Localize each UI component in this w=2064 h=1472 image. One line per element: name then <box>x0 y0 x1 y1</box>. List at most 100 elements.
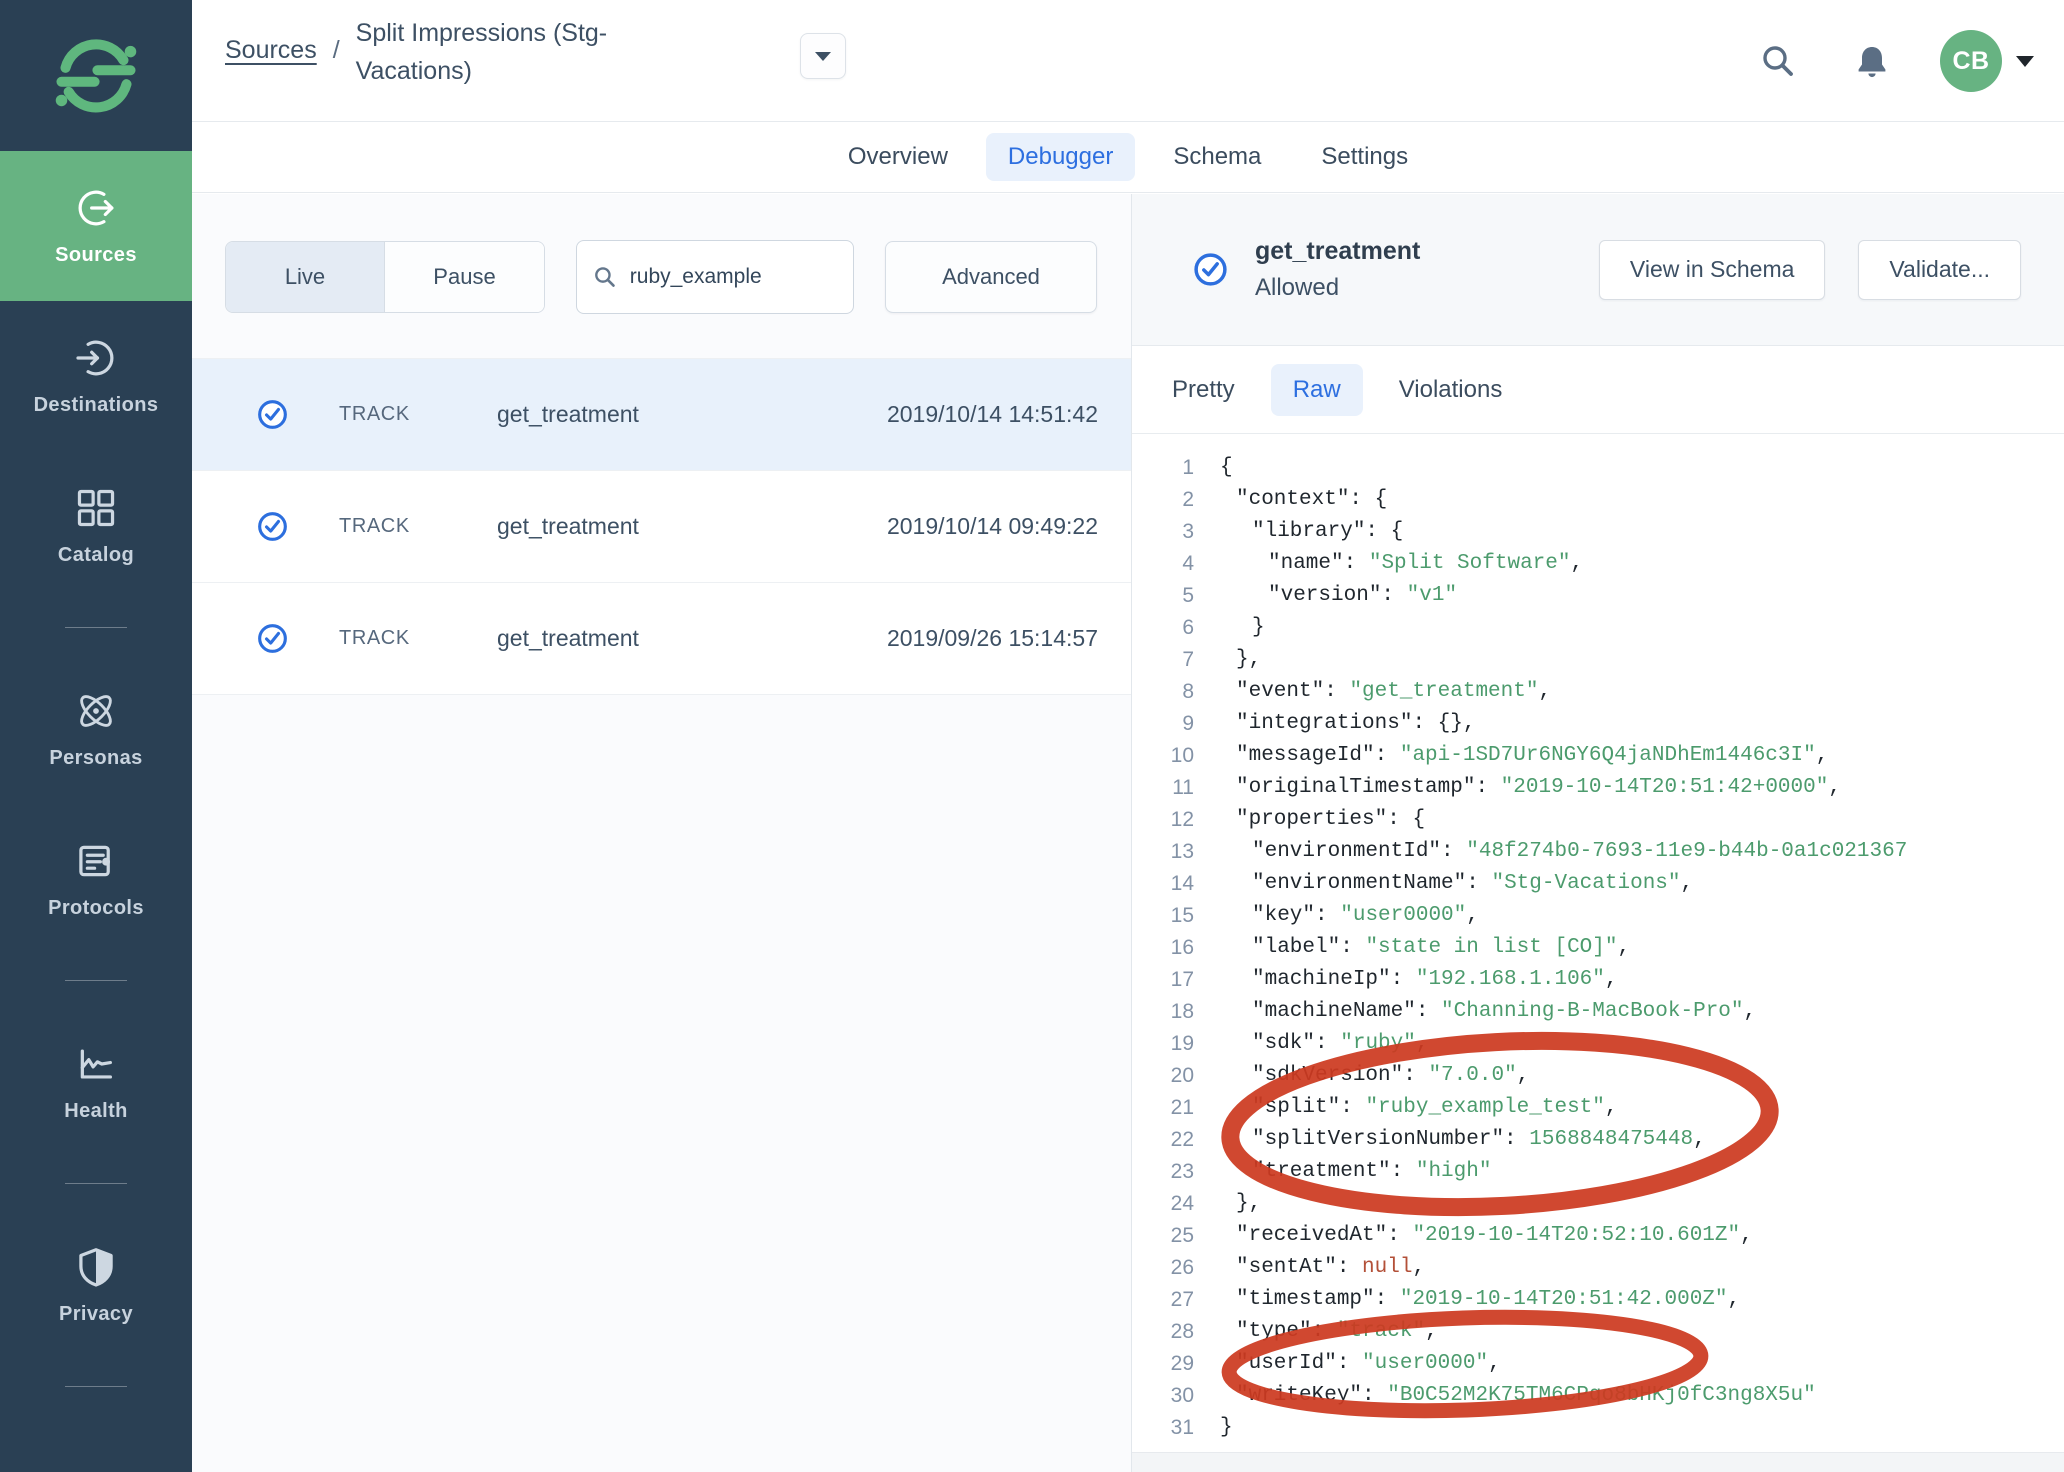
code-line: 11 "originalTimestamp": "2019-10-14T20:5… <box>1132 772 2064 804</box>
code-text: } <box>1220 1412 1233 1444</box>
code-text: "split": "ruby_example_test", <box>1220 1092 1618 1124</box>
code-line: 28 "type": "track", <box>1132 1316 2064 1348</box>
event-search-input[interactable] <box>630 265 837 289</box>
sidebar-item-label: Destinations <box>34 394 159 417</box>
code-area[interactable]: 1 { 2 "context": { 3 "library": { 4 "nam… <box>1132 434 2064 1452</box>
event-detail-header: get_treatment Allowed View in Schema Val… <box>1132 194 2064 346</box>
code-line: 13 "environmentId": "48f274b0-7693-11e9-… <box>1132 836 2064 868</box>
code-text: "version": "v1" <box>1220 580 1457 612</box>
line-number: 6 <box>1132 612 1194 644</box>
breadcrumb-sources-link[interactable]: Sources <box>225 36 317 90</box>
line-number: 5 <box>1132 580 1194 612</box>
view-in-schema-button[interactable]: View in Schema <box>1599 240 1826 300</box>
code-line: 8 "event": "get_treatment", <box>1132 676 2064 708</box>
code-line: 17 "machineIp": "192.168.1.106", <box>1132 964 2064 996</box>
sidebar: Sources Destinations Catalog <box>0 0 192 1472</box>
segment-logo[interactable] <box>0 0 192 151</box>
code-text: "splitVersionNumber": 1568848475448, <box>1220 1124 1706 1156</box>
payload-view-tabs: Pretty Raw Violations <box>1132 346 2064 434</box>
top-header: Sources / Split Impressions (Stg-Vacatio… <box>192 0 2064 122</box>
avatar[interactable]: CB <box>1940 30 2002 92</box>
code-line: 9 "integrations": {}, <box>1132 708 2064 740</box>
search-icon[interactable] <box>1760 43 1796 79</box>
code-line: 22 "splitVersionNumber": 1568848475448, <box>1132 1124 2064 1156</box>
code-text: "machineName": "Channing-B-MacBook-Pro", <box>1220 996 1756 1028</box>
code-text: "receivedAt": "2019-10-14T20:52:10.601Z"… <box>1220 1220 1753 1252</box>
line-number: 7 <box>1132 644 1194 676</box>
tab-pretty[interactable]: Pretty <box>1172 364 1235 416</box>
catalog-icon <box>73 485 119 531</box>
line-number: 3 <box>1132 516 1194 548</box>
sidebar-item-sources[interactable]: Sources <box>0 151 192 301</box>
event-name: get_treatment <box>497 625 887 652</box>
event-name: get_treatment <box>497 513 887 540</box>
line-number: 25 <box>1132 1220 1194 1252</box>
validate-button[interactable]: Validate... <box>1858 240 2021 300</box>
advanced-button[interactable]: Advanced <box>885 241 1097 313</box>
tab-overview[interactable]: Overview <box>826 133 970 181</box>
line-number: 2 <box>1132 484 1194 516</box>
sidebar-item-privacy[interactable]: Privacy <box>0 1210 192 1360</box>
sidebar-item-health[interactable]: Health <box>0 1007 192 1157</box>
code-line: 24 }, <box>1132 1188 2064 1220</box>
code-text: { <box>1220 452 1233 484</box>
event-type: TRACK <box>339 403 489 426</box>
code-line: 31 } <box>1132 1412 2064 1444</box>
code-line: 19 "sdk": "ruby", <box>1132 1028 2064 1060</box>
code-line: 10 "messageId": "api-1SD7Ur6NGY6Q4jaNDhE… <box>1132 740 2064 772</box>
code-scrollbar-track[interactable] <box>1132 1452 2064 1472</box>
code-text: "originalTimestamp": "2019-10-14T20:51:4… <box>1220 772 1841 804</box>
event-row[interactable]: TRACK get_treatment 2019/09/26 15:14:57 <box>192 583 1131 695</box>
code-line: 4 "name": "Split Software", <box>1132 548 2064 580</box>
source-switcher-button[interactable] <box>800 33 846 79</box>
tab-debugger[interactable]: Debugger <box>986 133 1135 181</box>
code-line: 15 "key": "user0000", <box>1132 900 2064 932</box>
tab-schema[interactable]: Schema <box>1151 133 1283 181</box>
line-number: 19 <box>1132 1028 1194 1060</box>
event-timestamp: 2019/09/26 15:14:57 <box>887 625 1098 652</box>
live-pause-toggle: Live Pause <box>225 241 545 313</box>
code-text: "writeKey": "B0C52M2K75TM6CPqo8bHKj0fC3n… <box>1220 1380 1816 1412</box>
event-row[interactable]: TRACK get_treatment 2019/10/14 09:49:22 <box>192 471 1131 583</box>
code-text: }, <box>1220 1188 1261 1220</box>
account-chevron-down-icon[interactable] <box>2016 56 2034 67</box>
sidebar-divider <box>65 1183 127 1184</box>
code-text: "label": "state in list [CO]", <box>1220 932 1630 964</box>
sidebar-divider <box>65 627 127 628</box>
code-text: "integrations": {}, <box>1220 708 1475 740</box>
chevron-down-icon <box>815 52 831 61</box>
segment-app: Sources Destinations Catalog <box>0 0 2064 1472</box>
sidebar-item-label: Catalog <box>58 544 134 567</box>
sidebar-item-personas[interactable]: Personas <box>0 654 192 804</box>
live-button[interactable]: Live <box>226 242 385 312</box>
sidebar-divider <box>65 1386 127 1387</box>
sidebar-item-catalog[interactable]: Catalog <box>0 451 192 601</box>
event-type: TRACK <box>339 515 489 538</box>
code-text: "machineIp": "192.168.1.106", <box>1220 964 1617 996</box>
line-number: 31 <box>1132 1412 1194 1444</box>
code-text: "messageId": "api-1SD7Ur6NGY6Q4jaNDhEm14… <box>1220 740 1828 772</box>
event-row[interactable]: TRACK get_treatment 2019/10/14 14:51:42 <box>192 359 1131 471</box>
page-title: Split Impressions (Stg-Vacations) <box>356 14 658 90</box>
breadcrumb-separator: / <box>333 36 340 90</box>
line-number: 22 <box>1132 1124 1194 1156</box>
code-line: 26 "sentAt": null, <box>1132 1252 2064 1284</box>
tab-raw[interactable]: Raw <box>1271 364 1363 416</box>
code-line: 29 "userId": "user0000", <box>1132 1348 2064 1380</box>
code-text: "properties": { <box>1220 804 1425 836</box>
line-number: 26 <box>1132 1252 1194 1284</box>
event-stream-panel: Live Pause Advanced <box>192 194 1132 1472</box>
pause-button[interactable]: Pause <box>385 242 544 312</box>
code-text: "key": "user0000", <box>1220 900 1479 932</box>
sidebar-item-protocols[interactable]: Protocols <box>0 804 192 954</box>
code-line: 20 "sdkVersion": "7.0.0", <box>1132 1060 2064 1092</box>
code-line: 30 "writeKey": "B0C52M2K75TM6CPqo8bHKj0f… <box>1132 1380 2064 1412</box>
check-circle-icon <box>256 510 289 543</box>
line-number: 21 <box>1132 1092 1194 1124</box>
tab-violations[interactable]: Violations <box>1399 364 1503 416</box>
sidebar-item-label: Sources <box>55 244 137 267</box>
bell-icon[interactable] <box>1854 43 1890 79</box>
code-text: "name": "Split Software", <box>1220 548 1583 580</box>
sidebar-item-destinations[interactable]: Destinations <box>0 301 192 451</box>
tab-settings[interactable]: Settings <box>1299 133 1430 181</box>
